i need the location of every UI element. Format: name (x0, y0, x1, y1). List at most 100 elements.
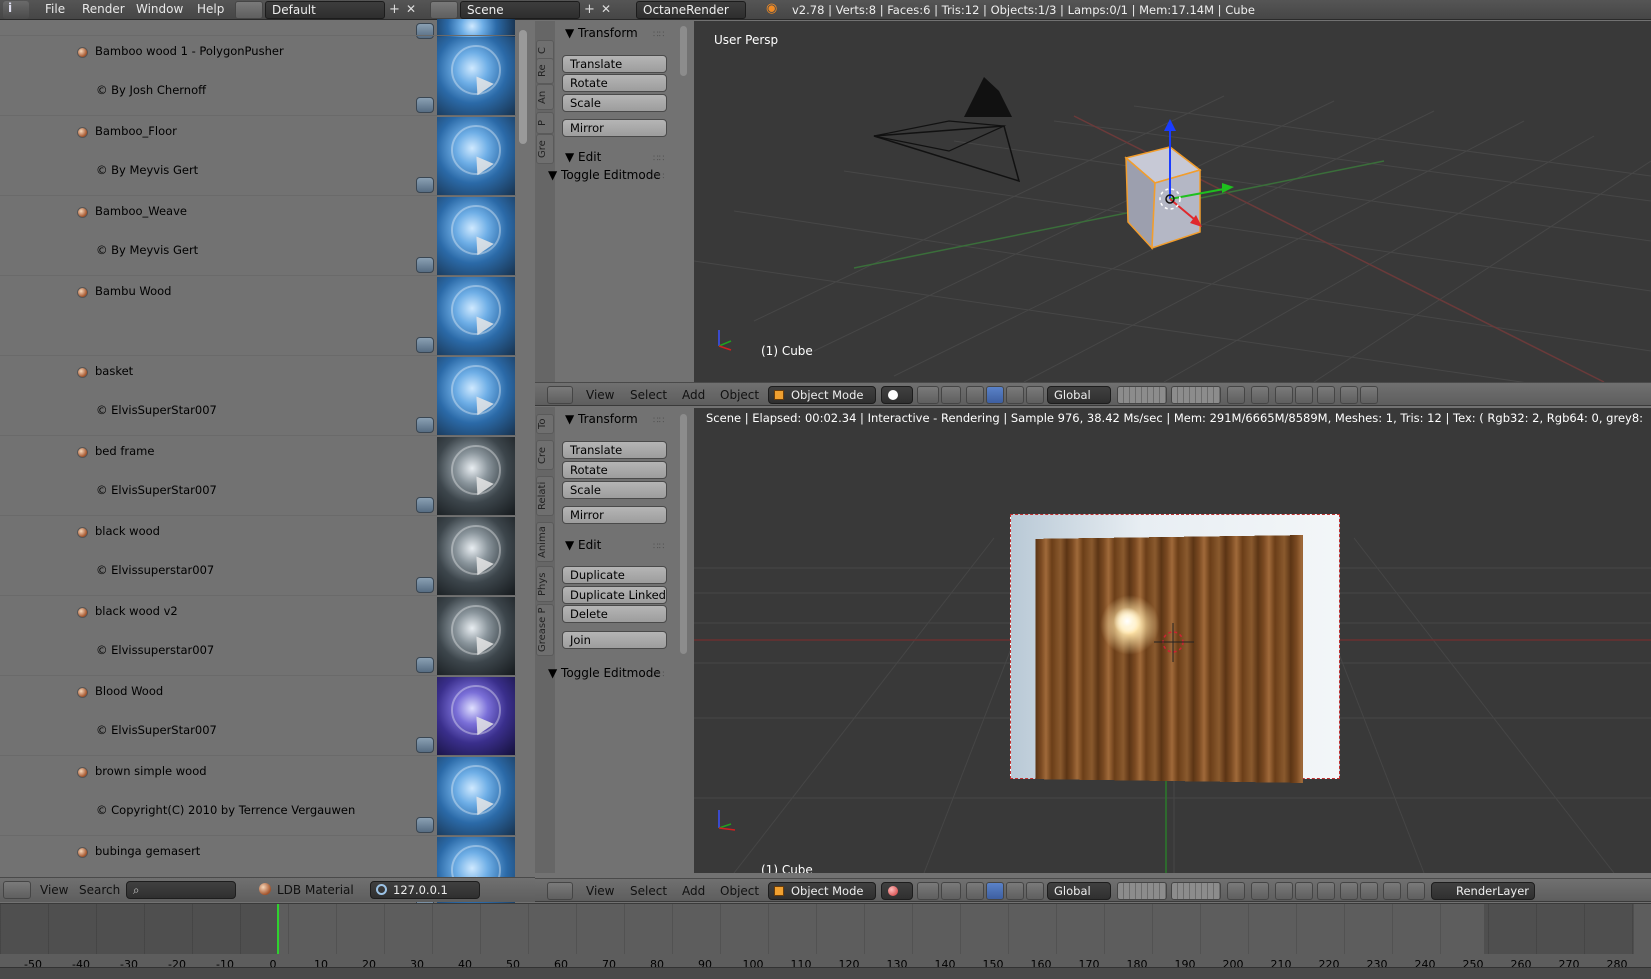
panel-grip-icon[interactable]: ∷∷ (653, 30, 664, 40)
rotate-button[interactable]: Rotate (562, 461, 667, 479)
add-material-button[interactable] (416, 577, 434, 593)
tab-tools[interactable]: To (536, 414, 554, 434)
panel-grip-icon[interactable]: ∷∷ (653, 416, 664, 426)
render-anim-icon[interactable] (1360, 882, 1378, 900)
add-material-button[interactable] (416, 177, 434, 193)
render-engine-selector[interactable]: OctaneRender (636, 1, 746, 19)
select-menu[interactable]: Select (630, 388, 667, 402)
tab-an[interactable]: An (536, 84, 554, 110)
list-scrollbar[interactable] (519, 30, 527, 144)
layers-grid-1[interactable] (1117, 386, 1167, 404)
duplicate-button[interactable]: Duplicate (562, 566, 667, 584)
scale-button[interactable]: Scale (562, 94, 667, 112)
screen-layout-icon[interactable] (235, 1, 263, 19)
list-item[interactable]: Bamboo_Floor © By Meyvis Gert (0, 115, 516, 195)
material-name[interactable]: bed frame (95, 444, 154, 458)
list-item[interactable]: Bamboo wood 1 - PolygonPusher © By Josh C… (0, 35, 516, 115)
object-menu[interactable]: Object (720, 884, 759, 898)
layer-lock-icon[interactable] (1227, 882, 1245, 900)
scene-icon[interactable] (430, 1, 458, 19)
manipulator-toggle-icon[interactable] (941, 386, 961, 404)
mirror-button[interactable]: Mirror (562, 506, 667, 524)
material-thumbnail[interactable] (437, 197, 515, 275)
panel-grip-icon[interactable]: ∷∷ (653, 542, 664, 552)
current-frame-line[interactable] (277, 904, 279, 954)
scale-manip-icon[interactable] (1006, 386, 1024, 404)
editor-type-icon[interactable] (547, 882, 573, 900)
panel-grip-icon[interactable]: ∷∷ (653, 670, 664, 680)
material-name[interactable]: Bamboo_Weave (95, 204, 187, 218)
join-button[interactable]: Join (562, 631, 667, 649)
mode-selector[interactable]: Object Mode (768, 386, 876, 404)
pivot-icon[interactable] (917, 882, 939, 900)
panel-grip-icon[interactable]: ∷∷ (653, 172, 664, 182)
menu-render[interactable]: Render (82, 2, 125, 16)
translate-manip-icon[interactable] (966, 882, 984, 900)
tab-p[interactable]: P (536, 112, 554, 134)
tab-relations[interactable]: Relati (536, 476, 554, 516)
mirror-button[interactable]: Mirror (562, 119, 667, 137)
add-material-button[interactable] (416, 257, 434, 273)
material-thumbnail[interactable] (437, 597, 515, 675)
scale-manip-icon[interactable] (1006, 882, 1024, 900)
view-menu[interactable]: View (586, 388, 614, 402)
list-item[interactable]: Bamboo_Weave © By Meyvis Gert (0, 195, 516, 275)
menu-window[interactable]: Window (136, 2, 183, 16)
tab-re[interactable]: Re (536, 58, 554, 84)
panel-edit-header[interactable]: ▼ Edit (565, 538, 601, 552)
layers-grid-2[interactable] (1171, 882, 1221, 900)
tab-physics[interactable]: Phys (536, 566, 554, 602)
tool-shelf-scrollbar[interactable] (680, 26, 687, 76)
add-layout-icon[interactable]: + (389, 2, 403, 17)
panel-toggle-editmode-header[interactable]: ▼ Toggle Editmode (548, 168, 661, 182)
translate-button[interactable]: Translate (562, 441, 667, 459)
proportional-edit-icon[interactable] (1251, 386, 1269, 404)
add-material-button[interactable] (416, 497, 434, 513)
delete-button[interactable]: Delete (562, 605, 667, 623)
translate-manip-icon[interactable] (966, 386, 984, 404)
material-thumbnail[interactable] (437, 757, 515, 835)
close-scene-icon[interactable]: ✕ (601, 2, 611, 16)
translate-button[interactable]: Translate (562, 55, 667, 73)
tab-gre[interactable]: Gre (536, 134, 554, 164)
material-name[interactable]: bubinga gemasert (95, 844, 200, 858)
render-anim-icon[interactable] (1360, 386, 1378, 404)
material-thumbnail[interactable] (437, 37, 515, 115)
material-thumbnail[interactable] (437, 277, 515, 355)
list-item[interactable]: Bambu Wood (0, 275, 516, 355)
render-camera-icon[interactable] (1340, 882, 1358, 900)
material-thumbnail[interactable] (437, 117, 515, 195)
pivot-icon[interactable] (917, 386, 939, 404)
list-item[interactable]: bed frame © ElvisSuperStar007 (0, 435, 516, 515)
snap-target-icon[interactable] (1295, 882, 1313, 900)
add-material-button[interactable] (416, 337, 434, 353)
material-thumbnail[interactable] (437, 437, 515, 515)
rotate-button[interactable]: Rotate (562, 74, 667, 92)
panel-transform-header[interactable]: ▼ Transform (565, 412, 638, 426)
refresh-render-icon[interactable] (1407, 882, 1425, 900)
search-menu[interactable]: Search (79, 883, 120, 897)
menu-help[interactable]: Help (197, 2, 224, 16)
layers-grid-1[interactable] (1117, 882, 1167, 900)
orientation-selector[interactable]: Global (1047, 386, 1111, 404)
material-name[interactable]: black wood v2 (95, 604, 178, 618)
tab-animation[interactable]: Anima (536, 522, 554, 562)
panel-grip-icon[interactable]: ∷∷ (653, 154, 664, 164)
list-item[interactable]: black wood © Elvissuperstar007 (0, 515, 516, 595)
search-input[interactable]: ⌕ (126, 881, 236, 899)
scene-selector[interactable]: Scene (460, 1, 580, 19)
render-camera-icon[interactable] (1340, 386, 1358, 404)
material-name[interactable]: Bambu Wood (95, 284, 171, 298)
material-name[interactable]: Bamboo wood 1 - PolygonPusher (95, 44, 284, 58)
rotate-manip-icon[interactable] (986, 882, 1004, 900)
add-menu[interactable]: Add (682, 388, 705, 402)
tab-create[interactable]: Cre (536, 440, 554, 470)
tab-grease-pencil[interactable]: Grease P (536, 604, 554, 656)
rotate-manip-icon[interactable] (986, 386, 1004, 404)
editor-type-icon[interactable] (3, 881, 31, 899)
layer-lock-icon[interactable] (1227, 386, 1245, 404)
orientation-selector[interactable]: Global (1047, 882, 1111, 900)
snap-target-icon[interactable] (1295, 386, 1313, 404)
view-menu[interactable]: View (586, 884, 614, 898)
cube-object[interactable] (1124, 146, 1202, 250)
